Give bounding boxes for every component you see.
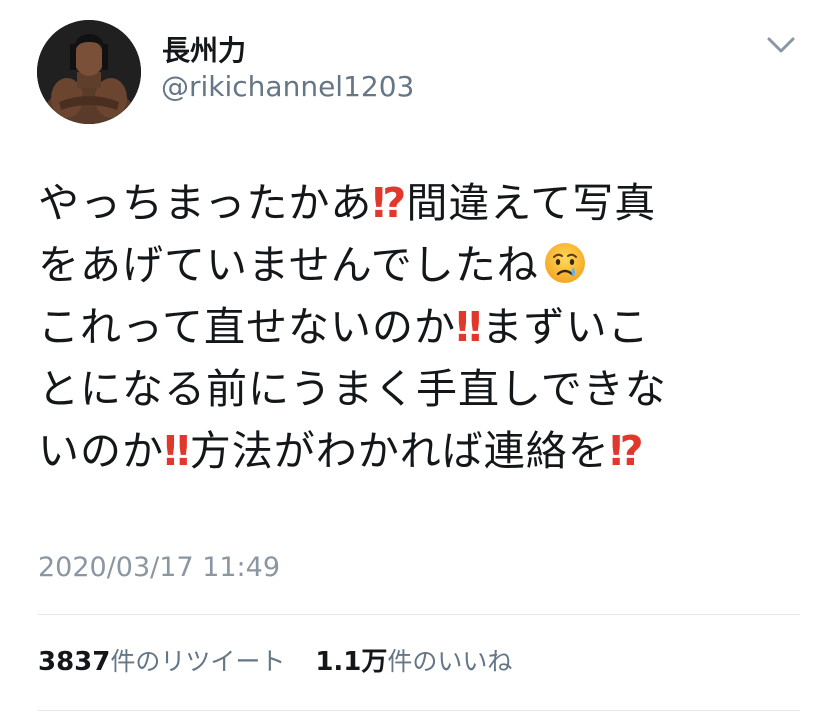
tweet-timestamp[interactable]: 2020/03/17 11:49 bbox=[38, 552, 280, 584]
tweet-line-text: をあげていませんでしたね bbox=[38, 241, 539, 289]
tweet-line-text: いのか bbox=[38, 427, 164, 475]
tweet-line-text: 間違えて写真 bbox=[406, 179, 657, 227]
likes-count: 1.1万 bbox=[315, 647, 388, 677]
tweet-line: とになる前にうまく手直しできな bbox=[38, 358, 798, 420]
author-name[interactable]: 長州力 bbox=[162, 34, 246, 68]
divider bbox=[38, 614, 800, 615]
tweet-card: 長州力 @rikichannel1203 やっちまったかあ⁉間違えて写真 をあげ… bbox=[0, 0, 828, 719]
double-exclamation-icon: ‼ bbox=[164, 427, 190, 475]
exclamation-question-icon: ⁉ bbox=[609, 427, 644, 475]
avatar[interactable] bbox=[37, 20, 141, 124]
retweets-stat[interactable]: 3837件のリツイート bbox=[38, 646, 285, 678]
double-exclamation-icon: ‼ bbox=[455, 303, 482, 351]
likes-stat[interactable]: 1.1万件のいいね bbox=[315, 646, 512, 678]
tweet-line: いのか‼方法がわかれば連絡を⁉ bbox=[38, 420, 798, 482]
tweet-line-text: まずいこ bbox=[481, 303, 650, 351]
tweet-line: やっちまったかあ⁉間違えて写真 bbox=[38, 172, 798, 234]
tweet-line: をあげていませんでしたね bbox=[38, 234, 798, 296]
crying-face-icon bbox=[543, 240, 587, 284]
likes-label: 件のいいね bbox=[387, 647, 513, 676]
tweet-line: これって直せないのか‼まずいこ bbox=[38, 296, 798, 358]
retweets-count: 3837 bbox=[38, 647, 111, 677]
tweet-line-text: とになる前にうまく手直しできな bbox=[38, 365, 667, 413]
retweets-label: 件のリツイート bbox=[110, 647, 286, 676]
tweet-stats: 3837件のリツイート 1.1万件のいいね bbox=[38, 646, 534, 678]
divider bbox=[38, 710, 800, 711]
tweet-text: やっちまったかあ⁉間違えて写真 をあげていませんでしたね これって直せないのか‼… bbox=[38, 172, 798, 482]
profile-photo bbox=[37, 20, 141, 124]
exclamation-question-icon: ⁉ bbox=[372, 179, 406, 227]
author-handle[interactable]: @rikichannel1203 bbox=[161, 70, 414, 104]
tweet-line-text: これって直せないのか bbox=[38, 303, 456, 351]
chevron-down-icon[interactable] bbox=[764, 32, 798, 58]
tweet-line-text: 方法がわかれば連絡を bbox=[189, 427, 610, 475]
tweet-line-text: やっちまったかあ bbox=[38, 179, 373, 227]
